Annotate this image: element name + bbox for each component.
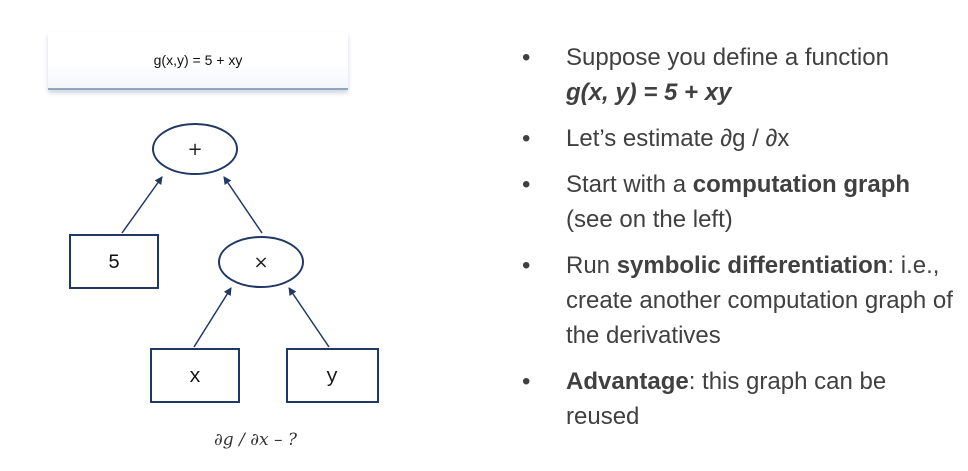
edge-y-to-times: [288, 287, 330, 348]
node-times-label: ×: [253, 252, 268, 273]
bullet-item: Start with a computation graph (see on t…: [522, 167, 962, 237]
bullet-text: Suppose you define a function: [566, 44, 889, 71]
node-plus-label: +: [187, 139, 202, 160]
node-plus: +: [152, 123, 238, 175]
node-const-5: 5: [69, 234, 159, 289]
bullet-bold: computation graph: [692, 171, 911, 198]
bullet-item: Advantage: this graph can be reused: [522, 364, 962, 434]
bullet-text: Run: [566, 252, 617, 279]
bullet-item: Suppose you define a function g(x, y) = …: [522, 40, 962, 110]
bullet-bold: symbolic differentiation: [616, 252, 888, 279]
edge-times-to-plus: [223, 176, 263, 234]
node-x-label: x: [189, 366, 201, 389]
bullet-text: Let’s estimate ∂g / ∂x: [566, 125, 790, 152]
bullet-bold: Advantage: [566, 368, 689, 395]
bullet-item: Let’s estimate ∂g / ∂x: [522, 121, 962, 156]
bullet-math: g(x, y) = 5 + xy: [566, 79, 732, 106]
computation-graph: + 5 × x y: [69, 123, 379, 403]
bullet-text: Start with a: [566, 171, 693, 198]
node-const-5-label: 5: [108, 252, 120, 275]
node-times: ×: [218, 236, 304, 288]
derivative-caption: ∂g / ∂x – ?: [214, 430, 298, 450]
bullet-list: Suppose you define a function g(x, y) = …: [522, 40, 962, 445]
node-x: x: [150, 348, 240, 403]
node-y-label: y: [326, 366, 338, 389]
edge-5-to-plus: [121, 176, 163, 234]
bullet-text: (see on the left): [566, 206, 733, 233]
edge-x-to-times: [193, 287, 232, 348]
bullet-item: Run symbolic differentiation: i.e., crea…: [522, 248, 962, 353]
node-y: y: [286, 348, 379, 403]
